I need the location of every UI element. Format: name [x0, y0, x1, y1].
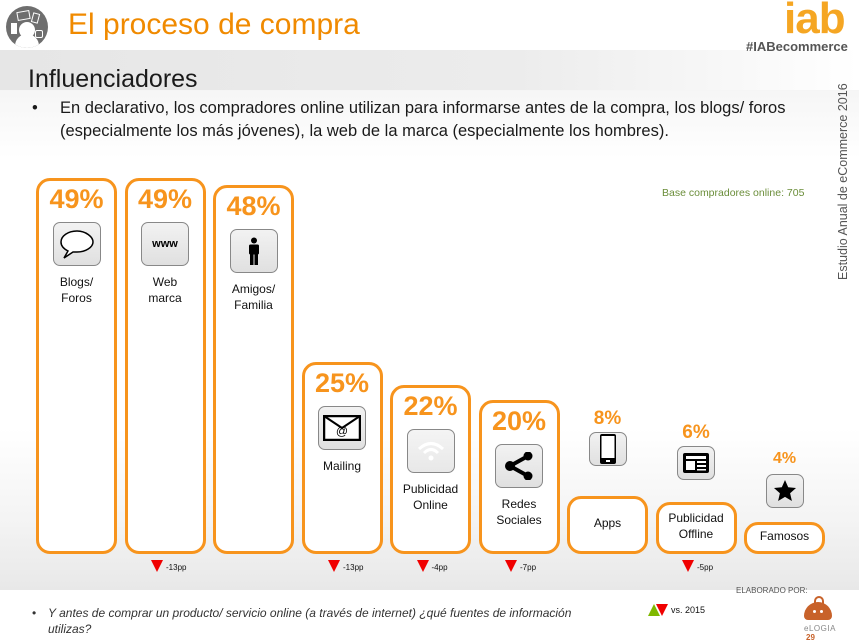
category-label-line: Redes — [501, 497, 537, 512]
share-icon — [495, 444, 543, 489]
category-label: Publicidad Online — [381, 481, 481, 513]
smartphone-icon — [588, 432, 627, 466]
category-label-line: Famosos — [759, 529, 810, 543]
category-label-line: Sociales — [496, 513, 542, 528]
star-icon — [765, 474, 804, 508]
category-label-line: Web — [152, 274, 178, 289]
category-label: Publicidad Offline — [646, 510, 746, 542]
category-label-line: Online — [413, 498, 448, 513]
bar-value-label: 22% — [403, 391, 458, 422]
category-label: Amigos/Familia — [204, 281, 304, 313]
vs-2015-delta: -7pp — [505, 560, 536, 572]
category-label: Blogs/Foros — [27, 274, 127, 306]
svg-text:@: @ — [336, 424, 348, 438]
newspaper-icon — [677, 446, 715, 480]
category-label-line: Publicidad — [402, 482, 459, 497]
category-label-line: Offline — [678, 527, 714, 541]
category-label-line: Familia — [234, 298, 273, 313]
down-triangle-icon — [328, 560, 340, 572]
vs-2015-delta: -5pp — [682, 560, 713, 572]
vs-2015-delta: -13pp — [328, 560, 363, 572]
delta-value: -4pp — [431, 563, 448, 572]
down-triangle-icon — [151, 560, 163, 572]
bar-value-label: 48% — [226, 191, 281, 222]
category-label: Web marca — [115, 274, 215, 306]
bar-value-label: 8% — [593, 408, 622, 429]
category-label-line: Blogs/ — [59, 274, 94, 289]
bar-value-label: 20% — [491, 406, 547, 437]
bar-value-label: 25% — [314, 368, 370, 398]
delta-value: -7pp — [520, 563, 537, 572]
bar-value-label: 49% — [49, 183, 104, 214]
page-number: 29 — [806, 633, 815, 642]
category-label-line: marca — [148, 290, 182, 305]
down-triangle-icon — [656, 604, 668, 616]
speech-bubble-icon — [52, 221, 101, 266]
bar-value-label: 6% — [682, 422, 710, 443]
category-label: Mailing — [292, 458, 392, 474]
bar-value-label: 4% — [772, 450, 797, 467]
delta-value: -13pp — [343, 563, 364, 572]
mail-at-icon: @ — [318, 406, 366, 450]
category-label-line: Publicidad — [668, 511, 724, 525]
category-label-line: Apps — [593, 516, 622, 530]
legend-label: vs. 2015 — [671, 605, 706, 615]
category-label: Famosos — [735, 528, 835, 544]
survey-question: • Y antes de comprar un producto/ servic… — [32, 605, 592, 637]
category-label: Redes Sociales — [469, 496, 569, 528]
delta-value: -5pp — [697, 563, 714, 572]
www-icon: www — [141, 221, 189, 266]
category-label-line: Mailing — [322, 459, 361, 473]
wifi-icon — [406, 429, 455, 474]
person-icon — [229, 229, 278, 274]
vs-2015-delta: -13pp — [151, 560, 186, 572]
down-triangle-icon — [505, 560, 517, 572]
vs-2015-delta: -4pp — [416, 560, 448, 572]
bar-value-label: 49% — [137, 183, 193, 214]
legend: vs. 2015 — [648, 604, 705, 616]
bullet-dot: • — [32, 606, 37, 620]
category-label: Apps — [558, 515, 658, 531]
question-text: Y antes de comprar un producto/ servicio… — [48, 606, 572, 636]
bar-chart: 49% Blogs/Foros 49% www Web marca -13pp 48% Amig… — [0, 0, 859, 644]
elaborado-label: ELABORADO POR: — [736, 586, 808, 595]
elogia-logo — [801, 596, 835, 624]
down-triangle-icon — [682, 560, 694, 572]
category-label-line: Amigos/ — [231, 282, 276, 297]
delta-value: -13pp — [166, 563, 187, 572]
elogia-text: eLOGIA — [804, 624, 836, 633]
down-triangle-icon — [416, 560, 429, 572]
category-label-line: Foros — [61, 290, 92, 305]
